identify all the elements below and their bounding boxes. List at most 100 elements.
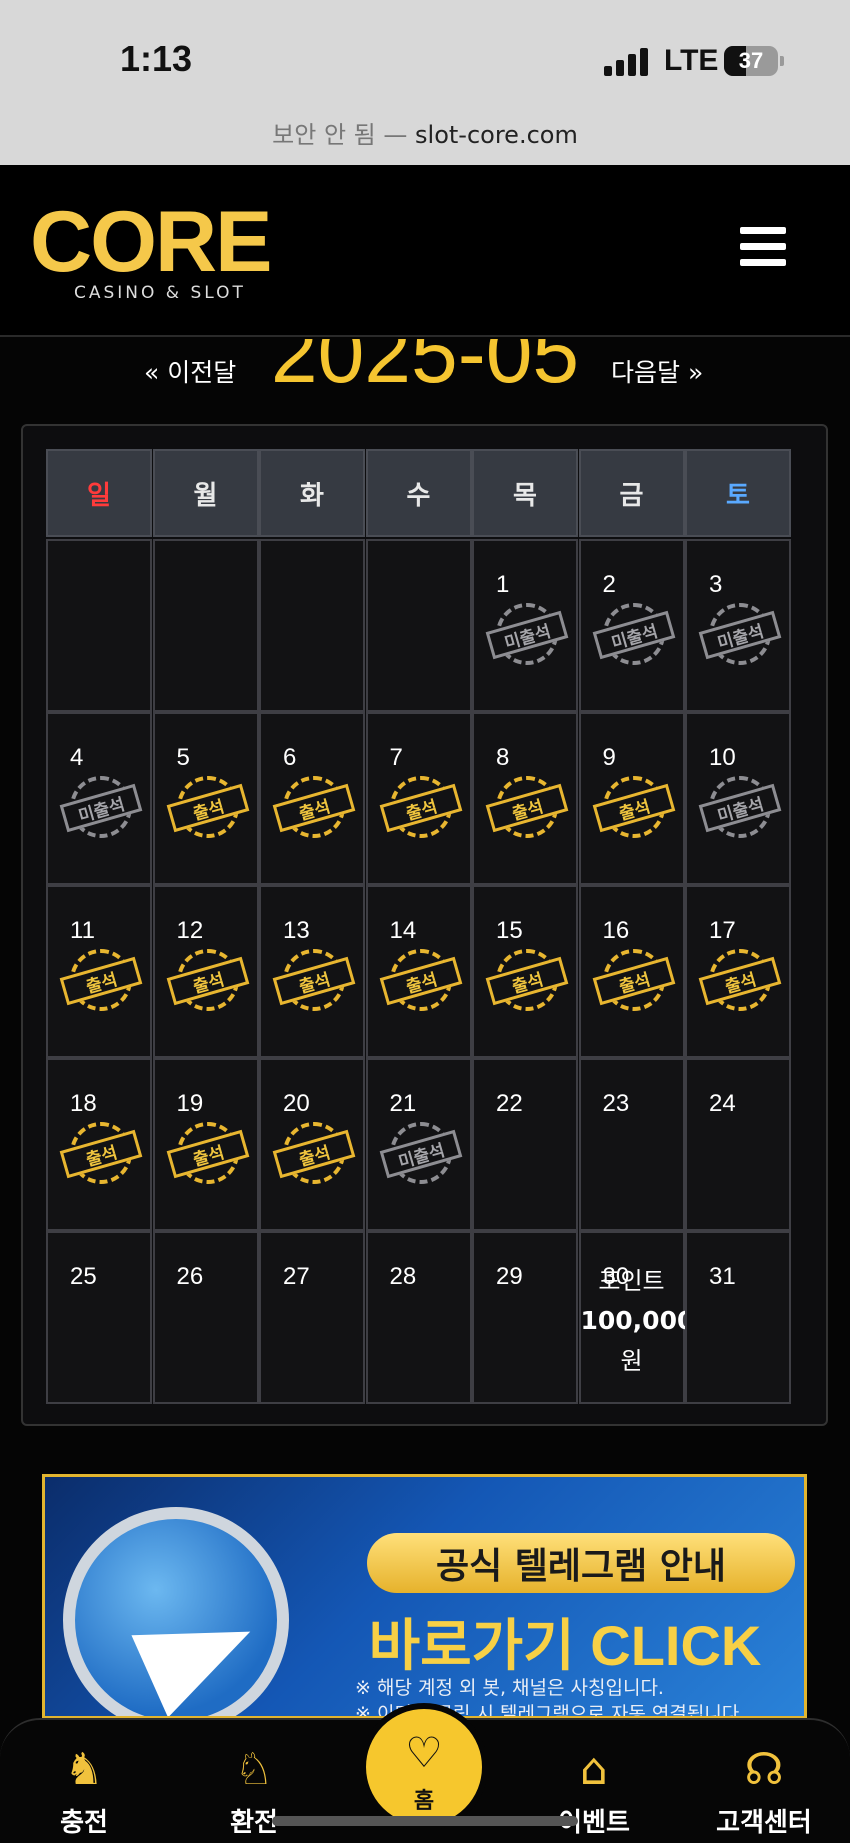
nav-support[interactable]: ☊ 고객센터 (704, 1742, 824, 1839)
day-number: 14 (389, 917, 417, 944)
calendar-day-18[interactable]: 18 출석 (46, 1058, 152, 1231)
day-number: 26 (176, 1263, 204, 1290)
day-number: 9 (602, 744, 616, 771)
calendar-day-24[interactable]: 24 (685, 1058, 791, 1231)
calendar-day-25[interactable]: 25 (46, 1231, 152, 1404)
weekday-header-cell: 목 (472, 449, 578, 537)
day-number: 10 (709, 744, 736, 771)
calendar-day-28[interactable]: 28 (365, 1231, 472, 1404)
signal-icon (604, 48, 648, 76)
home-heart-icon: ♡ (405, 1728, 443, 1777)
attended-stamp-icon: 출석 (592, 776, 675, 842)
battery-icon: 37 (724, 46, 778, 76)
calendar-day-29[interactable]: 29 (472, 1231, 578, 1404)
calendar-day-9[interactable]: 9 출석 (578, 712, 685, 885)
calendar-day-19[interactable]: 19 출석 (152, 1058, 259, 1231)
nav-home-button[interactable]: ♡ 홈 (360, 1703, 488, 1831)
home-indicator (272, 1816, 578, 1826)
battery-level: 37 (738, 48, 764, 73)
calendar-day-6[interactable]: 6 출석 (259, 712, 365, 885)
calendar-week-row: 1 미출석 2 미출석 3 미출석 (46, 539, 805, 712)
calendar-day-12[interactable]: 12 출석 (152, 885, 259, 1058)
telegram-banner[interactable]: 공식 텔레그램 안내 바로가기 CLICK ※ 해당 계정 외 봇, 채널은 사… (42, 1474, 807, 1719)
attended-stamp-icon: 출석 (485, 949, 569, 1015)
day-number: 29 (496, 1263, 523, 1290)
bonus-text: 원 (620, 1347, 643, 1375)
calendar-day-4[interactable]: 4 미출석 (46, 712, 152, 885)
absent-stamp-icon: 미출석 (698, 603, 782, 669)
calendar-day-15[interactable]: 15 출석 (472, 885, 578, 1058)
attended-stamp-icon: 출석 (485, 776, 569, 842)
calendar-day-20[interactable]: 20 출석 (259, 1058, 365, 1231)
calendar-empty-cell (365, 539, 472, 712)
calendar-day-16[interactable]: 16 출석 (578, 885, 685, 1058)
bonus-text: 포인트 (598, 1267, 665, 1295)
insecure-label: 보안 안 됨 — (272, 121, 408, 149)
calendar-day-31[interactable]: 31 (685, 1231, 791, 1404)
calendar-day-5[interactable]: 5 출석 (152, 712, 259, 885)
calendar-day-7[interactable]: 7 출석 (365, 712, 472, 885)
day-number: 3 (709, 571, 723, 598)
calendar-day-11[interactable]: 11 출석 (46, 885, 152, 1058)
nav-charge[interactable]: ♞ 충전 (24, 1742, 144, 1839)
absent-stamp-icon: 미출석 (698, 776, 782, 842)
attended-stamp-icon: 출석 (592, 949, 675, 1015)
calendar-empty-cell (46, 539, 152, 712)
attended-stamp-icon: 출석 (166, 949, 249, 1015)
day-number: 25 (70, 1263, 97, 1290)
prev-month-link[interactable]: « 이전달 (144, 353, 236, 389)
site-header: CORE CASINO & SLOT (0, 165, 850, 337)
calendar-day-14[interactable]: 14 출석 (365, 885, 472, 1058)
calendar-day-3[interactable]: 3 미출석 (685, 539, 791, 712)
calendar-day-30[interactable]: 30 포인트 100,000 원 (578, 1231, 694, 1404)
day-number: 1 (496, 571, 510, 598)
day-number: 24 (709, 1090, 736, 1117)
logo-wordmark: CORE (30, 194, 272, 290)
calendar-day-17[interactable]: 17 출석 (685, 885, 791, 1058)
absent-stamp-icon: 미출석 (379, 1122, 462, 1188)
address-bar[interactable]: 보안 안 됨 — slot-core.com (0, 112, 850, 165)
day-number: 17 (709, 917, 736, 944)
day-number: 6 (283, 744, 297, 771)
nav-charge-label: 충전 (60, 1808, 108, 1838)
hamburger-menu-icon[interactable] (740, 227, 786, 267)
day-number: 7 (389, 744, 403, 771)
exchange-icon: ♘ (234, 1744, 274, 1795)
attended-stamp-icon: 출석 (379, 776, 462, 842)
calendar-grid: 일월화수목금토 1 미출석 2 미출석 3 미출석 4 미출석 5 출석 6 출석 7 출석 8 출석 9 출석 1… (46, 449, 805, 1404)
calendar-day-8[interactable]: 8 출석 (472, 712, 578, 885)
calendar-day-13[interactable]: 13 출석 (259, 885, 365, 1058)
attendance-calendar: 일월화수목금토 1 미출석 2 미출석 3 미출석 4 미출석 5 출석 6 출석 7 출석 8 출석 9 출석 1… (21, 424, 828, 1426)
calendar-week-row: 4 미출석 5 출석 6 출석 7 출석 8 출석 9 출석 10 미출석 (46, 712, 805, 885)
day-number: 8 (496, 744, 510, 771)
month-title: 2025-05 (270, 339, 580, 400)
attended-stamp-icon: 출석 (59, 949, 143, 1015)
calendar-day-21[interactable]: 21 미출석 (365, 1058, 472, 1231)
attended-stamp-icon: 출석 (272, 949, 356, 1015)
weekday-header-cell: 화 (259, 449, 365, 537)
gift-icon: ⌂ (580, 1744, 608, 1795)
weekday-header-cell: 토 (685, 449, 791, 537)
calendar-day-26[interactable]: 26 (152, 1231, 259, 1404)
core-logo[interactable]: CORE CASINO & SLOT (30, 194, 300, 303)
calendar-day-27[interactable]: 27 (259, 1231, 365, 1404)
day-number: 28 (389, 1263, 417, 1290)
next-month-link[interactable]: 다음달 » (611, 353, 703, 389)
weekday-header: 일월화수목금토 (46, 449, 805, 539)
day-number: 22 (496, 1090, 523, 1117)
telegram-logo-icon (63, 1507, 289, 1716)
calendar-day-23[interactable]: 23 (578, 1058, 685, 1231)
network-label: LTE (664, 44, 719, 77)
address-domain: slot-core.com (415, 121, 578, 149)
calendar-week-row: 18 출석 19 출석 20 출석 21 미출석 22 23 24 (46, 1058, 805, 1231)
calendar-day-22[interactable]: 22 (472, 1058, 578, 1231)
calendar-empty-cell (259, 539, 365, 712)
day-number: 18 (70, 1090, 97, 1117)
day-number: 5 (176, 744, 190, 771)
attended-stamp-icon: 출석 (59, 1122, 143, 1188)
attended-stamp-icon: 출석 (698, 949, 782, 1015)
calendar-day-1[interactable]: 1 미출석 (472, 539, 578, 712)
day-number: 20 (283, 1090, 310, 1117)
calendar-day-10[interactable]: 10 미출석 (685, 712, 791, 885)
calendar-day-2[interactable]: 2 미출석 (578, 539, 685, 712)
